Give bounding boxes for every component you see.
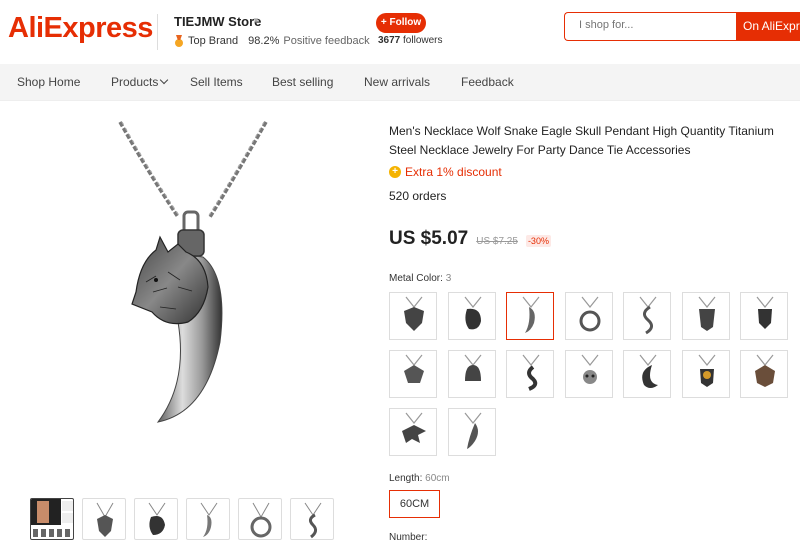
metal-color-option-15[interactable]	[389, 408, 437, 456]
metal-color-option-16[interactable]	[448, 408, 496, 456]
followers-count: 3677 followers	[378, 35, 443, 46]
nav-sell-items[interactable]: Sell Items	[190, 75, 243, 89]
metal-color-option-1[interactable]	[389, 292, 437, 340]
metal-color-option-13[interactable]	[682, 350, 730, 398]
wolf-face-pendant-icon	[756, 296, 774, 329]
search-box	[564, 12, 736, 41]
product-main-image[interactable]	[28, 112, 368, 484]
length-title: Length:	[389, 473, 423, 484]
lion-head-pendant-icon	[755, 354, 775, 387]
original-price: US $7.25	[476, 236, 518, 247]
chevron-down-icon	[160, 75, 169, 85]
nav-feedback[interactable]: Feedback	[461, 75, 514, 89]
serpent-pendant-icon	[522, 354, 540, 391]
metal-color-value: 3	[445, 273, 452, 284]
coin-icon: +	[389, 166, 401, 178]
thumbnail-5[interactable]	[238, 498, 282, 540]
length-value: 60cm	[425, 473, 450, 484]
length-label: Length: 60cm	[389, 473, 450, 484]
nav-products-label: Products	[111, 75, 159, 89]
metal-color-label: Metal Color: 3	[389, 273, 451, 284]
extra-discount-label: Extra 1% discount	[405, 165, 502, 179]
metal-color-option-9[interactable]	[448, 350, 496, 398]
metal-color-option-2[interactable]	[448, 292, 496, 340]
current-price: US $5.07	[389, 228, 469, 249]
orders-count: 520 orders	[389, 189, 447, 203]
store-meta: Top Brand 98.2% Positive feedback	[174, 35, 370, 47]
skull-eagle-pendant-icon	[148, 502, 166, 535]
aliexpress-logo[interactable]: AliExpress	[8, 12, 153, 45]
metal-color-option-5[interactable]	[623, 292, 671, 340]
metal-color-option-10[interactable]	[506, 350, 554, 398]
wolf-head-pendant-icon	[404, 296, 424, 331]
wolf-tooth-pendant-icon	[200, 502, 218, 537]
feather-pendant-icon	[464, 412, 482, 449]
nav-best-selling[interactable]: Best selling	[272, 75, 333, 89]
snake-pendant-icon	[639, 296, 657, 335]
thumbnail-1[interactable]	[30, 498, 74, 540]
model-photo-icon	[31, 499, 73, 537]
thumbnail-6[interactable]	[290, 498, 334, 540]
medal-icon	[174, 35, 184, 47]
metal-color-title: Metal Color:	[389, 273, 443, 284]
divider	[157, 14, 158, 50]
chevron-down-icon[interactable]: ▼	[252, 16, 260, 25]
nav-new-arrivals[interactable]: New arrivals	[364, 75, 430, 89]
followers-number: 3677	[378, 35, 401, 46]
feedback-label: Positive feedback	[283, 35, 370, 47]
tiger-head-pendant-icon	[404, 354, 424, 383]
length-option-60cm[interactable]: 60CM	[389, 490, 440, 518]
store-nav: Shop Home Products Sell Items Best selli…	[0, 64, 800, 101]
store-header: AliExpress TIEJMW Store ▼ Top Brand 98.2…	[0, 0, 800, 64]
metal-color-option-11[interactable]	[565, 350, 613, 398]
metal-color-option-3[interactable]	[506, 292, 554, 340]
price-block: US $5.07 US $7.25 -30%	[389, 228, 551, 250]
extra-discount[interactable]: + Extra 1% discount	[389, 165, 502, 179]
metal-color-option-6[interactable]	[682, 292, 730, 340]
helmet-pendant-icon	[464, 354, 482, 381]
crescent-moon-pendant-icon	[639, 354, 658, 388]
thumbnail-4[interactable]	[186, 498, 230, 540]
metal-color-option-8[interactable]	[389, 350, 437, 398]
wolf-tooth-pendant-icon	[522, 296, 540, 333]
metal-color-option-7[interactable]	[740, 292, 788, 340]
follow-button[interactable]: + Follow	[376, 13, 426, 33]
search-input[interactable]	[579, 19, 729, 31]
metal-color-option-4[interactable]	[565, 292, 613, 340]
search-on-aliexpress-button[interactable]: On AliExpress	[736, 12, 800, 41]
store-name[interactable]: TIEJMW Store	[174, 14, 261, 29]
skull-pendant-icon	[581, 354, 599, 384]
wolf-head-pendant-icon	[96, 502, 114, 537]
nav-products[interactable]: Products	[111, 75, 169, 89]
skull-eagle-pendant-icon	[464, 296, 482, 330]
thumbnail-2[interactable]	[82, 498, 126, 540]
thumbnail-3[interactable]	[134, 498, 178, 540]
followers-label: followers	[403, 35, 443, 46]
gold-skull-pendant-icon	[698, 354, 716, 387]
feedback-percent: 98.2%	[248, 35, 280, 47]
owl-pendant-icon	[698, 296, 716, 331]
moon-wolf-pendant-icon	[250, 502, 272, 538]
top-brand-label: Top Brand	[188, 35, 239, 47]
snake-pendant-icon	[304, 502, 322, 539]
number-label: Number:	[389, 532, 428, 543]
metal-color-option-14[interactable]	[740, 350, 788, 398]
product-title: Men's Necklace Wolf Snake Eagle Skull Pe…	[389, 124, 774, 157]
metal-color-option-12[interactable]	[623, 350, 671, 398]
moon-wolf-pendant-icon	[579, 296, 601, 332]
discount-badge: -30%	[525, 235, 551, 247]
eagle-pendant-icon	[402, 412, 426, 443]
nav-shop-home[interactable]: Shop Home	[17, 75, 80, 89]
